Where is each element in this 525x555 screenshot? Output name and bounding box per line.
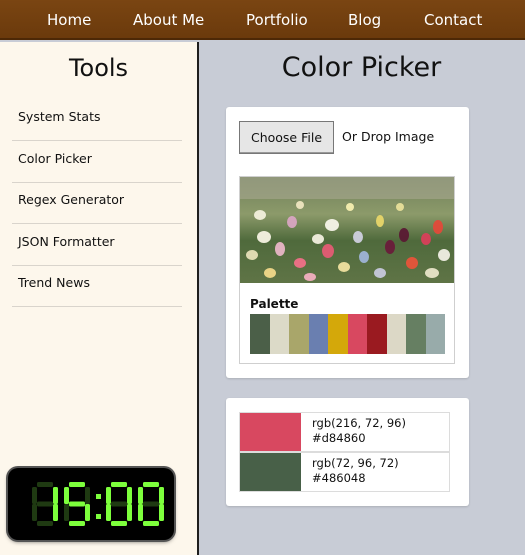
sidebar-item-trend-news[interactable]: Trend News [12, 266, 182, 307]
color-values: rgb(216, 72, 96) #d84860 [312, 416, 406, 446]
sidebar-item-json-formatter[interactable]: JSON Formatter [12, 225, 182, 266]
palette-swatch[interactable] [269, 314, 289, 354]
nav-contact-link[interactable]: Contact [424, 0, 482, 40]
color-rgb-value: rgb(216, 72, 96) [312, 416, 406, 430]
image-preview-panel[interactable]: Palette [239, 176, 455, 364]
page-title: Color Picker [281, 52, 442, 83]
clock-digit [106, 482, 132, 526]
nav-home-link[interactable]: Home [47, 0, 91, 40]
palette-label: Palette [250, 297, 299, 311]
clock-digit [138, 482, 164, 526]
nav-portfolio-link[interactable]: Portfolio [246, 0, 308, 40]
palette-swatch[interactable] [347, 314, 367, 354]
sidebar-item-regex-generator[interactable]: Regex Generator [12, 183, 182, 224]
digital-clock [8, 468, 174, 540]
palette-swatch[interactable] [289, 314, 309, 354]
color-hex-value: #486048 [312, 471, 366, 485]
color-swatch [240, 453, 301, 491]
color-swatch [240, 413, 301, 451]
top-nav: Home About Me Portfolio Blog Contact [0, 0, 525, 40]
palette-swatches [250, 314, 445, 354]
uploaded-flower-image[interactable] [240, 177, 454, 283]
sidebar-title: Tools [68, 54, 129, 82]
clock-colon-dot [96, 514, 101, 519]
picked-color-row[interactable]: rgb(216, 72, 96) #d84860 [239, 412, 450, 452]
palette-swatch[interactable] [250, 314, 270, 354]
color-hex-value: #d84860 [312, 431, 366, 445]
choose-file-button[interactable]: Choose File [239, 121, 334, 154]
clock-digit [32, 482, 58, 526]
palette-swatch[interactable] [328, 314, 348, 354]
drop-image-label: Or Drop Image [342, 129, 435, 144]
clock-digit [64, 482, 90, 526]
nav-blog-link[interactable]: Blog [348, 0, 381, 40]
color-rgb-value: rgb(72, 96, 72) [312, 456, 399, 470]
clock-display [32, 482, 164, 526]
picked-color-row[interactable]: rgb(72, 96, 72) #486048 [239, 452, 450, 492]
nav-about-link[interactable]: About Me [133, 0, 204, 40]
palette-swatch[interactable] [425, 314, 445, 354]
palette-swatch[interactable] [308, 314, 328, 354]
color-values: rgb(72, 96, 72) #486048 [312, 456, 399, 486]
palette-swatch[interactable] [386, 314, 406, 354]
sidebar-item-color-picker[interactable]: Color Picker [12, 142, 182, 183]
palette-swatch[interactable] [406, 314, 426, 354]
clock-colon-dot [96, 494, 101, 499]
sidebar-item-system-stats[interactable]: System Stats [12, 100, 182, 141]
palette-swatch[interactable] [367, 314, 387, 354]
